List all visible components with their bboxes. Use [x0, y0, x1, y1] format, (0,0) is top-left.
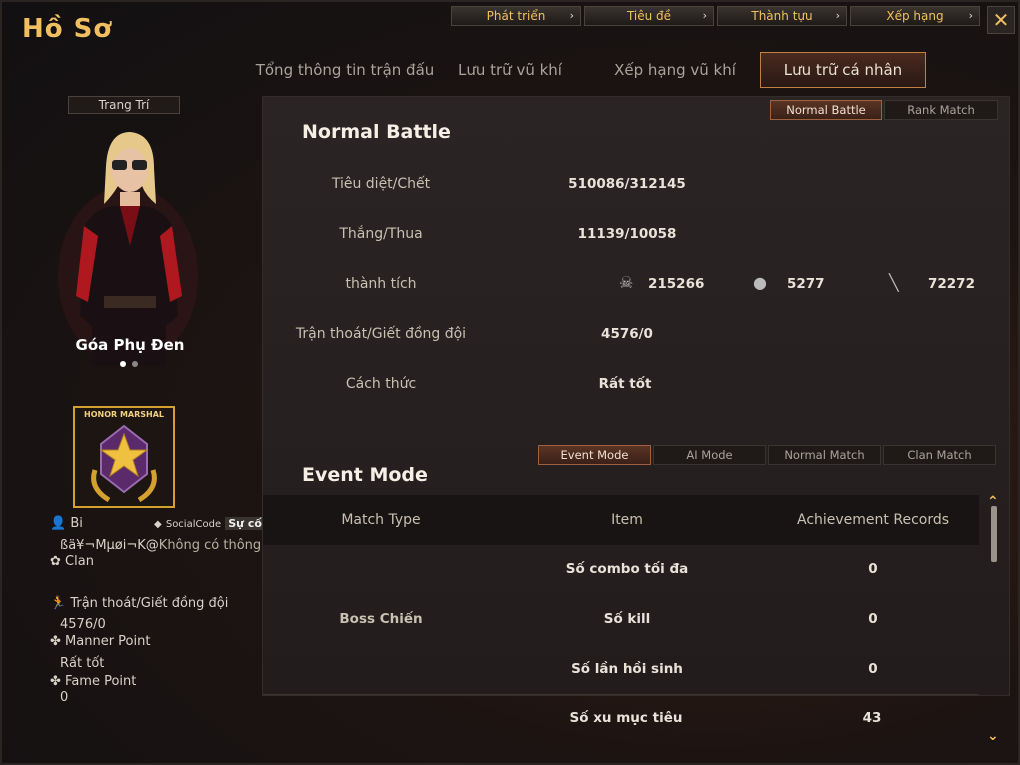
fame-label: Fame Point: [65, 674, 137, 689]
nav-thanh-tuu[interactable]: Thành tựu ›: [717, 6, 847, 26]
tab-ai-mode[interactable]: AI Mode: [653, 445, 766, 465]
person-icon: 👤: [50, 516, 67, 531]
carousel-dot[interactable]: [132, 361, 138, 367]
close-icon: ✕: [992, 8, 1010, 32]
scrollbar-thumb[interactable]: [991, 506, 997, 562]
carousel-dots: [120, 361, 138, 367]
chevron-right-icon: ›: [569, 9, 574, 22]
tab-tong-thong-tin[interactable]: Tổng thông tin trận đấu: [250, 52, 440, 88]
chevron-right-icon: ›: [702, 9, 707, 22]
stat-label: Cách thức: [345, 376, 417, 392]
ach-value: 72272: [928, 276, 975, 292]
stat-label: Trận thoát/Giết đồng đội: [295, 326, 467, 342]
column-header: Item: [611, 512, 643, 528]
stat-label: Tiêu diệt/Chết: [331, 176, 431, 192]
tab-luu-tru-ca-nhan[interactable]: Lưu trữ cá nhân: [760, 52, 926, 88]
ach-value: 5277: [787, 276, 825, 292]
player-name-row: 👤 Bi: [50, 516, 83, 531]
tab-normal-battle[interactable]: Normal Battle: [770, 100, 882, 120]
divider: [262, 694, 978, 695]
record-cell: 43: [862, 710, 882, 726]
record-cell: 0: [868, 661, 878, 677]
normal-battle-title: Normal Battle: [302, 121, 451, 143]
tab-xep-hang-vu-khi[interactable]: Xếp hạng vũ khí: [600, 52, 750, 88]
clover-icon: ✤: [50, 674, 61, 689]
nav-label: Tiêu đề: [626, 9, 672, 23]
character-name: Góa Phụ Đen: [75, 336, 185, 354]
character-portrait: [58, 132, 198, 366]
nickname: ßä¥¬Mµøi¬K@: [60, 538, 159, 553]
social-code-row: ◆ SocialCode Sự cố: [154, 516, 265, 531]
event-tabs: Event Mode AI Mode Normal Match Clan Mat…: [538, 445, 996, 465]
item-cell: Số lần hồi sinh: [571, 661, 683, 677]
stat-value: 11139/10058: [577, 226, 677, 242]
stat-label: Thắng/Thua: [339, 226, 423, 242]
desert-label: Trận thoát/Giết đồng đội: [70, 596, 229, 611]
scrollbar[interactable]: [990, 496, 1000, 746]
tab-rank-match[interactable]: Rank Match: [884, 100, 998, 120]
carousel-dot[interactable]: [120, 361, 126, 367]
nav-label: Phát triển: [486, 9, 546, 23]
stat-value: 510086/312145: [568, 176, 686, 192]
nav-phat-trien[interactable]: Phát triển ›: [451, 6, 581, 26]
clan-row: ✿ Clan: [50, 554, 94, 569]
record-cell: 0: [868, 611, 878, 627]
skull-crossbones-icon: ☠: [619, 273, 634, 292]
running-man-icon: 🏃: [50, 596, 67, 611]
tab-clan-match[interactable]: Clan Match: [883, 445, 996, 465]
manner-label: Manner Point: [65, 634, 151, 649]
grenade-icon: ●: [753, 273, 767, 292]
tag-icon: ◆: [154, 519, 162, 530]
star-emblem-icon: [91, 424, 157, 503]
badge-label: HONOR MARSHAL: [84, 410, 164, 419]
nav-xep-hang[interactable]: Xếp hạng ›: [850, 6, 980, 26]
scroll-down-icon[interactable]: ⌄: [987, 728, 999, 744]
clan-label: Clan: [65, 554, 94, 569]
clan-icon: ✿: [50, 554, 61, 569]
column-header: Match Type: [341, 512, 421, 528]
social-code-value: Sự cố: [225, 517, 265, 530]
top-nav: Phát triển › Tiêu đề › Thành tựu › Xếp hạng…: [451, 6, 980, 26]
record-cell: 0: [868, 561, 878, 577]
page-title: Hồ Sơ: [22, 14, 113, 44]
nav-label: Thành tựu: [751, 9, 813, 23]
item-cell: Số combo tối đa: [565, 561, 689, 577]
fame-row: ✤ Fame Point: [50, 674, 136, 689]
main-panel: Normal Battle Rank Match Normal Battle T…: [262, 96, 1010, 696]
nickname-row: ßä¥¬Mµøi¬K@Không có thông tin: [60, 538, 282, 553]
tab-luu-tru-vu-khi[interactable]: Lưu trữ vũ khí: [445, 52, 575, 88]
event-mode-title: Event Mode: [302, 464, 428, 486]
fame-value: 0: [60, 690, 69, 705]
trang-tri-button[interactable]: Trang Trí: [68, 96, 180, 114]
nav-tieu-de[interactable]: Tiêu đề ›: [584, 6, 714, 26]
player-name: Bi: [70, 516, 83, 531]
stat-value: 4576/0: [601, 326, 653, 342]
ach-value: 215266: [648, 276, 705, 292]
item-cell: Số xu mục tiêu: [569, 710, 683, 726]
stat-value: Rất tốt: [598, 376, 652, 392]
main-tabs: Tổng thông tin trận đấu Lưu trữ vũ khí X…: [250, 52, 940, 88]
tab-event-mode[interactable]: Event Mode: [538, 445, 651, 465]
nav-label: Xếp hạng: [886, 9, 944, 23]
left-panel: Trang Trí Góa Phụ Đen HONOR MARSHAL 👤 Bi…: [40, 90, 282, 750]
item-cell: Số kill: [603, 611, 651, 627]
desert-row: 🏃 Trận thoát/Giết đồng đội: [50, 596, 228, 611]
social-code-label: SocialCode: [165, 519, 222, 530]
knife-icon: ╲: [889, 273, 899, 292]
chevron-right-icon: ›: [968, 9, 973, 22]
manner-row: ✤ Manner Point: [50, 634, 150, 649]
chevron-right-icon: ›: [835, 9, 840, 22]
clover-icon: ✤: [50, 634, 61, 649]
tab-normal-match[interactable]: Normal Match: [768, 445, 881, 465]
match-type-cell: Boss Chiến: [339, 611, 423, 627]
close-button[interactable]: ✕: [987, 6, 1015, 34]
column-header: Achievement Records: [796, 512, 950, 528]
mode-tabs: Normal Battle Rank Match: [770, 100, 998, 120]
rank-badge: HONOR MARSHAL: [73, 406, 175, 508]
table-header: Match Type Item Achievement Records: [263, 495, 979, 545]
desert-value: 4576/0: [60, 617, 106, 632]
manner-value: Rất tốt: [60, 656, 105, 671]
stat-label: thành tích: [345, 276, 417, 292]
